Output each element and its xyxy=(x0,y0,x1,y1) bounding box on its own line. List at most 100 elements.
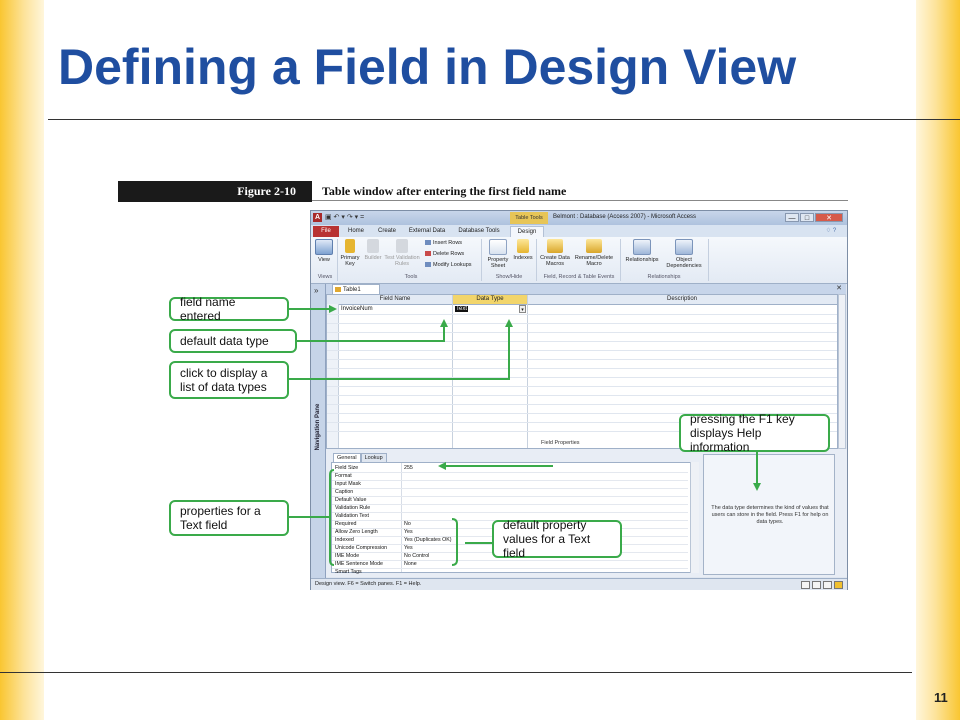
design-view-icon[interactable] xyxy=(834,581,843,589)
datasheet-view-icon[interactable] xyxy=(801,581,810,589)
tab-create[interactable]: Create xyxy=(373,226,401,237)
property-name: Format xyxy=(335,473,352,479)
property-value[interactable]: Yes (Duplicates OK) xyxy=(404,536,452,544)
key-icon xyxy=(345,239,355,253)
property-value[interactable]: 255 xyxy=(404,464,413,472)
close-document-icon[interactable]: ✕ xyxy=(836,284,842,292)
property-name: Caption xyxy=(335,489,354,495)
primary-key-label: Primary Key xyxy=(340,255,360,267)
row-selector-column[interactable] xyxy=(327,304,339,448)
navigation-pane[interactable]: » Navigation Pane xyxy=(311,284,326,579)
property-sheet-button[interactable]: Property Sheet xyxy=(484,239,512,269)
field-properties-label: Field Properties xyxy=(541,440,580,446)
tab-database-tools[interactable]: Database Tools xyxy=(453,226,505,237)
grid-header: Field Name Data Type Description xyxy=(327,295,837,305)
relationships-icon xyxy=(633,239,651,255)
property-name: Unicode Compression xyxy=(335,545,388,551)
property-value[interactable]: Yes xyxy=(404,528,413,536)
grid-row-divider xyxy=(327,359,837,360)
group-separator xyxy=(337,239,338,281)
delete-rows-icon xyxy=(425,251,431,257)
relationships-button[interactable]: Relationships xyxy=(622,239,662,263)
test-validation-rules-button[interactable]: Test Validation Rules xyxy=(384,239,420,267)
view-label: View xyxy=(318,257,330,263)
object-dependencies-button[interactable]: Object Dependencies xyxy=(662,239,706,269)
callout-properties-for-text-field: properties for a Text field xyxy=(169,500,289,536)
pivotchart-view-icon[interactable] xyxy=(823,581,832,589)
grid-row-divider xyxy=(327,332,837,333)
figure-caption-bar: Figure 2-10 Table window after entering … xyxy=(118,181,848,202)
view-button[interactable]: View xyxy=(314,239,334,263)
group-field-record-table-events: Field, Record & Table Events xyxy=(543,274,615,280)
rename-delete-macro-label: Rename/Delete Macro xyxy=(574,255,614,267)
quick-access-toolbar[interactable]: ▣ ↶ ▾ ↷ ▾ = xyxy=(325,213,364,221)
callout-default-property-values: default property values for a Text field xyxy=(492,518,622,560)
grid-row-divider xyxy=(327,404,837,405)
grid-row-divider xyxy=(327,341,837,342)
property-name: Validation Rule xyxy=(335,505,371,511)
property-name: Allow Zero Length xyxy=(335,529,378,535)
figure-label: Figure 2-10 xyxy=(237,184,296,198)
primary-key-button[interactable]: Primary Key xyxy=(339,239,361,267)
insert-rows-button[interactable]: Insert Rows xyxy=(425,240,462,246)
left-gold-border xyxy=(0,0,44,720)
document-tab-table1[interactable]: Table1 xyxy=(332,284,380,294)
modify-lookups-icon xyxy=(425,262,431,268)
access-app-icon[interactable]: A xyxy=(313,213,322,222)
grid-row-divider xyxy=(327,350,837,351)
rename-delete-macro-icon xyxy=(586,239,602,253)
modify-lookups-label: Modify Lookups xyxy=(433,262,472,268)
group-separator xyxy=(481,239,482,281)
data-type-dropdown-button[interactable]: ▾ xyxy=(519,305,526,313)
indexes-button[interactable]: Indexes xyxy=(512,239,534,261)
builder-button[interactable]: Builder xyxy=(362,239,384,261)
property-row[interactable]: Smart Tags xyxy=(332,568,688,576)
data-type-cell[interactable]: Text xyxy=(455,306,469,312)
property-name: Smart Tags xyxy=(335,569,362,575)
figure-caption-rule xyxy=(312,200,848,201)
pivottable-view-icon[interactable] xyxy=(812,581,821,589)
window-title: Belmont : Database (Access 2007) - Micro… xyxy=(553,214,697,220)
property-name: Field Size xyxy=(335,465,359,471)
property-value[interactable]: No Control xyxy=(404,552,429,560)
window-titlebar: A ▣ ↶ ▾ ↷ ▾ = Table Tools Belmont : Data… xyxy=(311,211,847,225)
page-number: 11 xyxy=(934,690,948,705)
status-text: Design view. F6 = Switch panes. F1 = Hel… xyxy=(315,581,422,587)
grid-row-divider xyxy=(327,386,837,387)
table-icon xyxy=(335,287,341,292)
modify-lookups-button[interactable]: Modify Lookups xyxy=(425,262,472,268)
tab-home[interactable]: Home xyxy=(343,226,369,237)
grid-row-divider xyxy=(327,314,837,315)
ribbon: View Views Primary Key Builder Test Vali… xyxy=(311,237,847,284)
property-value[interactable]: No xyxy=(404,520,411,528)
tab-file[interactable]: File xyxy=(313,226,339,237)
grid-scrollbar[interactable] xyxy=(838,294,846,449)
property-sheet-icon xyxy=(489,239,507,255)
navigation-pane-label: Navigation Pane xyxy=(315,403,321,451)
field-name-cell[interactable]: InvoiceNum xyxy=(341,306,373,312)
delete-rows-label: Delete Rows xyxy=(433,251,465,257)
rename-delete-macro-button[interactable]: Rename/Delete Macro xyxy=(572,239,616,267)
status-bar: Design view. F6 = Switch panes. F1 = Hel… xyxy=(311,578,847,590)
property-grid-scrollbar[interactable] xyxy=(690,462,699,573)
current-row-arrow-icon: ▸ xyxy=(329,307,333,313)
close-window-button[interactable]: ✕ xyxy=(815,213,843,222)
document-tab-bar: Table1 ✕ xyxy=(326,284,846,294)
create-data-macros-button[interactable]: Create Data Macros xyxy=(539,239,571,267)
object-dependencies-icon xyxy=(675,239,693,255)
minimize-button[interactable]: — xyxy=(785,213,799,222)
property-value[interactable]: Yes xyxy=(404,544,413,552)
group-relationships: Relationships xyxy=(647,274,681,280)
property-name: Indexed xyxy=(335,537,354,543)
delete-rows-button[interactable]: Delete Rows xyxy=(425,251,464,257)
document-tab-label: Table1 xyxy=(343,287,361,293)
help-text: The data type determines the kind of val… xyxy=(711,505,829,525)
property-name: Required xyxy=(335,521,357,527)
property-value[interactable]: None xyxy=(404,560,417,568)
tab-external-data[interactable]: External Data xyxy=(405,226,449,237)
nav-pane-expand-icon[interactable]: » xyxy=(314,286,318,295)
help-icon[interactable]: ♢ ? xyxy=(819,226,843,237)
tab-design[interactable]: Design xyxy=(510,226,544,237)
maximize-button[interactable]: □ xyxy=(800,213,814,222)
insert-rows-icon xyxy=(425,240,431,246)
